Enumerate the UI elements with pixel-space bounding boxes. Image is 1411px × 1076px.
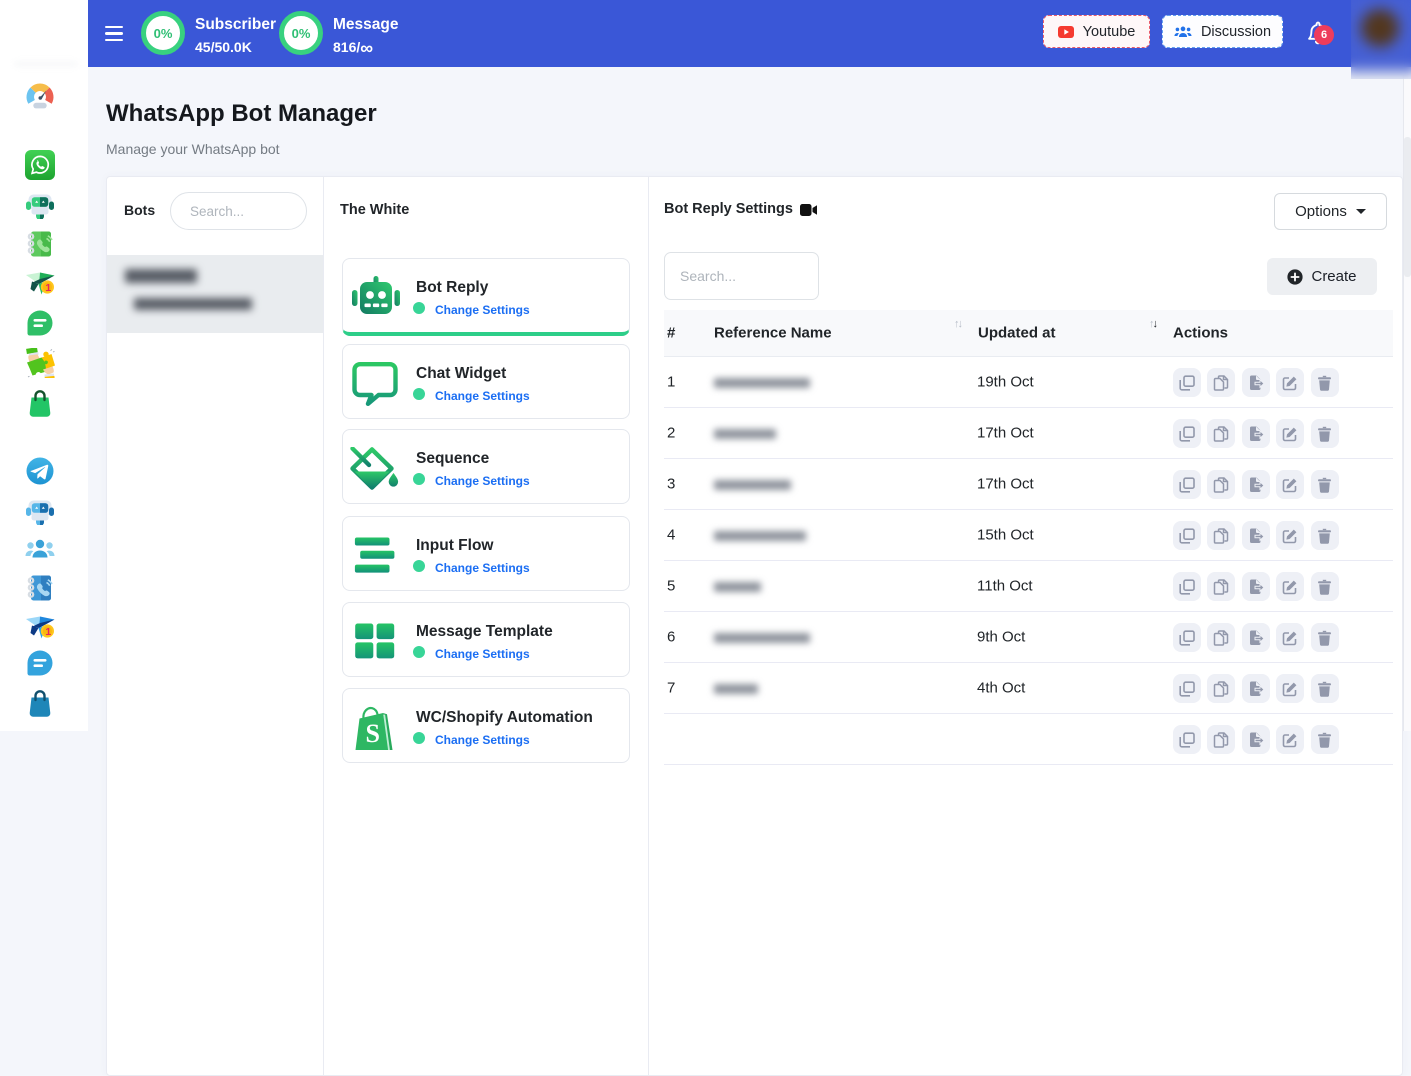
svg-text:1: 1 <box>45 282 51 294</box>
svg-text:S: S <box>366 719 380 748</box>
svg-text:1: 1 <box>45 626 51 638</box>
